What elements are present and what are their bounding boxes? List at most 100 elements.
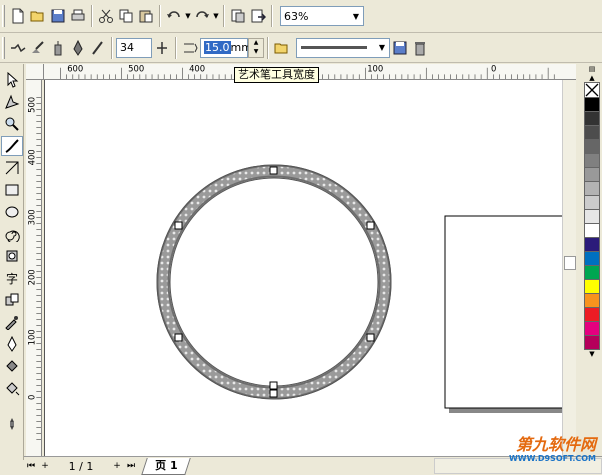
- add-page-before-icon[interactable]: +: [38, 459, 52, 474]
- pan-tool-icon[interactable]: [1, 414, 23, 434]
- color-swatch[interactable]: [584, 336, 600, 350]
- redo-dropdown-icon[interactable]: ▼: [212, 5, 220, 27]
- pick-tool-icon[interactable]: [1, 70, 23, 90]
- artistic-media-tool-icon[interactable]: [1, 136, 23, 156]
- vertical-scrollbar[interactable]: [562, 80, 576, 456]
- spin-up-icon[interactable]: ▲: [249, 39, 263, 48]
- color-swatch[interactable]: [584, 154, 600, 168]
- node-handle[interactable]: [174, 221, 183, 230]
- toolbar-grip[interactable]: [2, 36, 5, 59]
- interactive-fill-tool-icon[interactable]: [1, 378, 23, 398]
- save-icon[interactable]: [48, 5, 68, 27]
- toolbox: 字: [0, 64, 24, 460]
- first-page-icon[interactable]: ⏮: [24, 459, 38, 474]
- export-icon[interactable]: [248, 5, 268, 27]
- undo-dropdown-icon[interactable]: ▼: [184, 5, 192, 27]
- open-folder-icon[interactable]: [28, 5, 48, 27]
- cut-icon[interactable]: [96, 5, 116, 27]
- undo-icon[interactable]: [164, 5, 184, 27]
- vertical-ruler[interactable]: 500 400 300 200 100 0: [26, 80, 42, 456]
- width-input[interactable]: 15.0 mm: [200, 37, 252, 58]
- palette-scroll-up-icon[interactable]: ▲: [582, 74, 602, 82]
- zoom-tool-icon[interactable]: [1, 114, 23, 134]
- basic-shapes-tool-icon[interactable]: [1, 246, 23, 266]
- color-swatch[interactable]: [584, 98, 600, 112]
- shape-tool-icon[interactable]: [1, 92, 23, 112]
- color-swatch[interactable]: [584, 126, 600, 140]
- color-swatch[interactable]: [584, 280, 600, 294]
- ruler-origin[interactable]: [26, 64, 44, 80]
- artistic-stroke-circle[interactable]: [158, 166, 390, 398]
- zoom-level-select[interactable]: 63% ▼: [280, 6, 364, 26]
- width-spinner[interactable]: ▲ ▼: [248, 37, 264, 58]
- color-swatch[interactable]: [584, 196, 600, 210]
- color-swatch[interactable]: [584, 210, 600, 224]
- standard-toolbar: ▼ ▼ 63% ▼: [0, 0, 602, 33]
- smoothing-slider-icon[interactable]: [152, 37, 172, 59]
- watermark-logo: 第九软件网 WWW.D9SOFT.COM: [486, 435, 596, 464]
- sprayer-icon[interactable]: [48, 37, 68, 59]
- watermark-title: 第九软件网: [515, 435, 596, 454]
- color-swatch[interactable]: [584, 140, 600, 154]
- tab-page-1[interactable]: 页 1: [141, 457, 192, 475]
- calligraphic-pen-icon[interactable]: [68, 37, 88, 59]
- redo-icon[interactable]: [192, 5, 212, 27]
- property-bar: 34 15.0 mm ▲ ▼ ▼: [0, 33, 602, 63]
- browse-icon[interactable]: [272, 37, 292, 59]
- pressure-pen-icon[interactable]: [88, 37, 108, 59]
- toolbar-grip[interactable]: [2, 5, 5, 27]
- zoom-level-value: 63%: [284, 9, 309, 23]
- brush-icon[interactable]: [28, 37, 48, 59]
- eyedropper-tool-icon[interactable]: [1, 312, 23, 332]
- import-icon[interactable]: [228, 5, 248, 27]
- width-icon: [180, 37, 200, 59]
- ruler-h-label-600: 600: [67, 64, 83, 74]
- smoothing-input[interactable]: 34: [116, 37, 152, 58]
- smart-fill-tool-icon[interactable]: [1, 158, 23, 178]
- preset-brush-icon[interactable]: [8, 37, 28, 59]
- color-swatch[interactable]: [584, 308, 600, 322]
- color-swatch[interactable]: [584, 252, 600, 266]
- last-page-icon[interactable]: ⏭: [124, 459, 138, 474]
- ellipse-tool-icon[interactable]: [1, 202, 23, 222]
- chevron-down-icon[interactable]: ▼: [379, 43, 385, 52]
- no-color-swatch[interactable]: [584, 82, 600, 98]
- palette-scroll-down-icon[interactable]: ▼: [582, 350, 602, 358]
- new-file-icon[interactable]: [8, 5, 28, 27]
- color-swatch[interactable]: [584, 294, 600, 308]
- node-handle[interactable]: [269, 389, 278, 398]
- fill-tool-icon[interactable]: [1, 356, 23, 376]
- node-handle[interactable]: [269, 381, 278, 390]
- color-swatch[interactable]: [584, 168, 600, 182]
- color-swatch[interactable]: [584, 224, 600, 238]
- scroll-thumb[interactable]: [564, 256, 576, 270]
- save-stroke-icon[interactable]: [390, 37, 410, 59]
- ruler-v-label-300: 300: [26, 209, 36, 225]
- swatch-list: [582, 98, 602, 350]
- spin-down-icon[interactable]: ▼: [249, 48, 263, 57]
- node-handle[interactable]: [269, 166, 278, 175]
- color-swatch[interactable]: [584, 322, 600, 336]
- color-swatch[interactable]: [584, 238, 600, 252]
- outline-tool-icon[interactable]: [1, 334, 23, 354]
- copy-icon[interactable]: [116, 5, 136, 27]
- width-value: 15.0: [204, 41, 231, 54]
- rectangle-tool-icon[interactable]: [1, 180, 23, 200]
- palette-menu-icon[interactable]: ▤: [582, 64, 602, 74]
- add-page-after-icon[interactable]: +: [110, 459, 124, 474]
- node-handle[interactable]: [366, 333, 375, 342]
- node-handle[interactable]: [366, 221, 375, 230]
- spiral-tool-icon[interactable]: [1, 224, 23, 244]
- drawing-canvas[interactable]: [44, 80, 562, 456]
- print-icon[interactable]: [68, 5, 88, 27]
- text-tool-icon[interactable]: 字: [1, 268, 23, 288]
- color-swatch[interactable]: [584, 182, 600, 196]
- color-swatch[interactable]: [584, 112, 600, 126]
- interactive-blend-tool-icon[interactable]: [1, 290, 23, 310]
- delete-icon[interactable]: [410, 37, 430, 59]
- node-handle[interactable]: [174, 333, 183, 342]
- color-swatch[interactable]: [584, 266, 600, 280]
- chevron-down-icon[interactable]: ▼: [349, 7, 363, 25]
- paste-icon[interactable]: [136, 5, 156, 27]
- stroke-list-select[interactable]: ▼: [296, 37, 390, 58]
